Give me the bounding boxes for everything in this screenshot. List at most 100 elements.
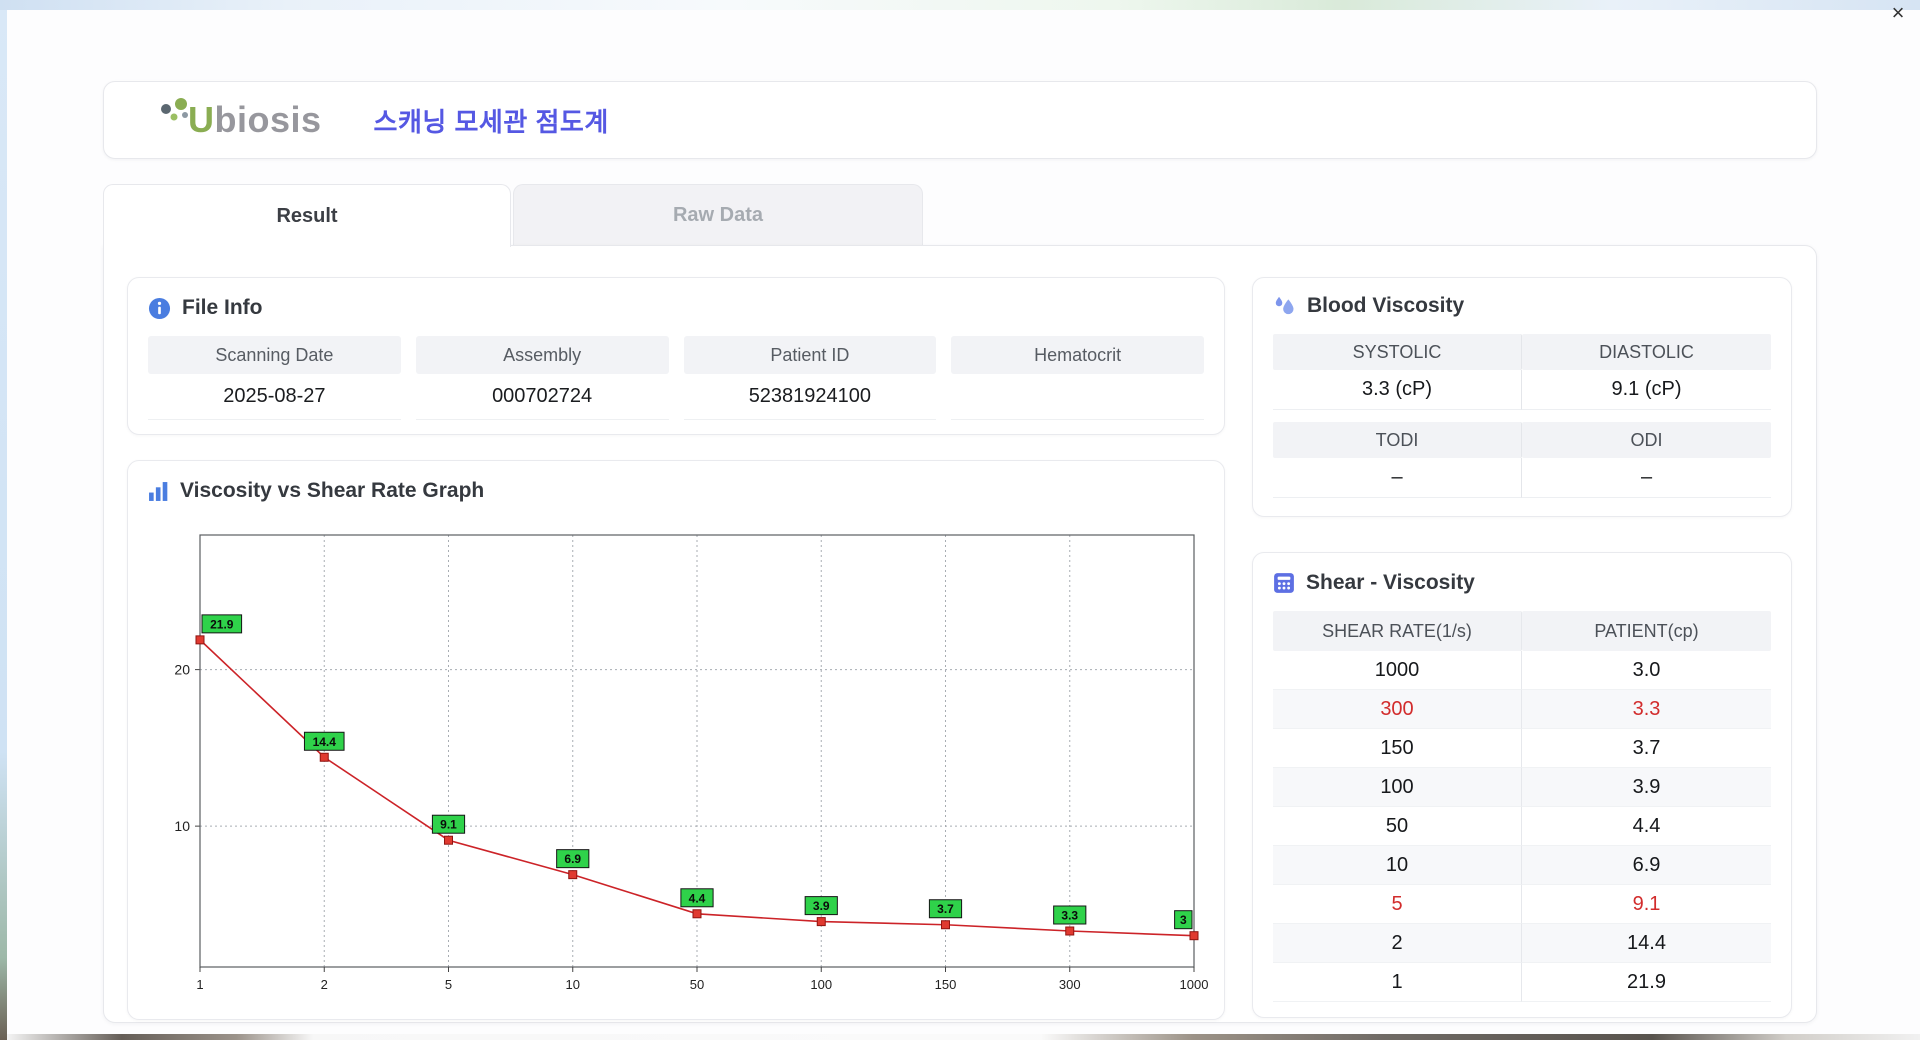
svg-text:300: 300 (1059, 977, 1081, 992)
bv-header: TODI (1273, 422, 1522, 458)
graph-title: Viscosity vs Shear Rate Graph (180, 479, 485, 502)
window-bottom-edge (7, 1034, 1920, 1040)
svg-text:3.3: 3.3 (1061, 909, 1078, 923)
bv-header-row: SYSTOLIC DIASTOLIC (1273, 334, 1771, 370)
svg-text:150: 150 (935, 977, 957, 992)
file-info-card: File Info Scanning Date 2025-08-27 Assembl… (127, 277, 1225, 435)
bv-value-row: 3.3 (cP) 9.1 (cP) (1273, 370, 1771, 410)
field-value: 2025-08-27 (148, 374, 401, 420)
bv-value: 3.3 (cP) (1273, 370, 1522, 410)
viscosity-shear-chart: 10 20 1 2 5 10 50 100 150 300 1000 21.9 14.4 9.1 6.9 4.… (174, 534, 1209, 992)
sv-patient-value: 3.0 (1522, 651, 1771, 690)
svg-text:100: 100 (810, 977, 832, 992)
svg-text:3.9: 3.9 (813, 899, 830, 913)
close-button[interactable]: × (1884, 0, 1912, 26)
svg-text:6.9: 6.9 (564, 852, 581, 866)
file-info-field: Patient ID 52381924100 (683, 336, 937, 420)
bv-header-row: TODI ODI (1273, 422, 1771, 458)
sv-row: 2 14.4 (1273, 924, 1771, 963)
sv-patient-value: 3.9 (1522, 768, 1771, 807)
svg-text:3: 3 (1180, 913, 1187, 927)
sv-patient-value: 14.4 (1522, 924, 1771, 963)
sv-patient-value: 6.9 (1522, 846, 1771, 885)
graph-card: Viscosity vs Shear Rate Graph 10 20 1 2 5 10 5… (127, 460, 1225, 1020)
field-value (951, 374, 1204, 420)
sv-patient-value: 21.9 (1522, 963, 1771, 1002)
svg-text:4.4: 4.4 (689, 891, 706, 905)
sv-shear-value: 100 (1273, 768, 1522, 807)
sv-shear-value: 2 (1273, 924, 1522, 963)
sv-header-row: SHEAR RATE(1/s) PATIENT(cp) (1273, 611, 1771, 651)
sv-col-header: PATIENT(cp) (1522, 611, 1771, 651)
sv-row: 1000 3.0 (1273, 651, 1771, 690)
field-value: 52381924100 (683, 374, 937, 420)
field-value: 000702724 (415, 374, 669, 420)
svg-text:1000: 1000 (1180, 977, 1209, 992)
svg-text:10: 10 (174, 818, 190, 834)
shear-viscosity-title-row: Shear - Viscosity (1273, 569, 1771, 597)
sv-row: 50 4.4 (1273, 807, 1771, 846)
shear-viscosity-title: Shear - Viscosity (1306, 571, 1475, 594)
bv-header: SYSTOLIC (1273, 334, 1522, 370)
svg-text:21.9: 21.9 (210, 617, 234, 631)
blood-viscosity-table: SYSTOLIC DIASTOLIC 3.3 (cP) 9.1 (cP) TODI ODI… (1273, 334, 1771, 498)
sv-shear-value: 1000 (1273, 651, 1522, 690)
file-info-fields: Scanning Date 2025-08-27 Assembly 000702724… (148, 336, 1204, 420)
field-label: Scanning Date (148, 336, 401, 374)
sv-row: 10 6.9 (1273, 846, 1771, 885)
field-label: Patient ID (683, 336, 937, 374)
blood-viscosity-title: Blood Viscosity (1307, 294, 1465, 317)
water-drop-icon (1275, 296, 1294, 314)
sv-shear-value: 10 (1273, 846, 1522, 885)
sv-shear-value: 50 (1273, 807, 1522, 846)
result-panel: File Info Scanning Date 2025-08-27 Assembl… (103, 245, 1817, 1023)
ubiosis-logo: Ubiosis (154, 98, 322, 140)
bv-value-row: – – (1273, 458, 1771, 498)
logo-text: Ubiosis (188, 99, 322, 140)
graph-title-row: Viscosity vs Shear Rate Graph (148, 477, 1204, 505)
info-icon (148, 297, 171, 319)
sv-patient-value: 9.1 (1522, 885, 1771, 924)
svg-text:14.4: 14.4 (313, 735, 337, 749)
svg-text:20: 20 (174, 662, 190, 678)
svg-text:5: 5 (445, 977, 452, 992)
bv-value: – (1522, 458, 1771, 498)
sv-row: 150 3.7 (1273, 729, 1771, 768)
bv-value: 9.1 (cP) (1522, 370, 1771, 410)
page-title: 스캐닝 모세관 점도계 (373, 106, 609, 137)
calculator-icon (1274, 573, 1294, 593)
file-info-field: Hematocrit (951, 336, 1204, 420)
sv-shear-value: 300 (1273, 690, 1522, 729)
tab-raw-data[interactable]: Raw Data (513, 184, 923, 246)
sv-patient-value: 3.3 (1522, 690, 1771, 729)
sv-row: 1 21.9 (1273, 963, 1771, 1002)
shear-viscosity-table: SHEAR RATE(1/s) PATIENT(cp) 1000 3.0 300 3.3 1… (1273, 611, 1771, 1002)
chart-holder: 10 20 1 2 5 10 50 100 150 300 1000 21.9 14.4 9.1 6.9 4.… (148, 529, 1208, 1007)
sv-shear-value: 1 (1273, 963, 1522, 1002)
svg-text:50: 50 (690, 977, 704, 992)
svg-text:10: 10 (566, 977, 580, 992)
window-left-edge (0, 10, 7, 1040)
svg-text:1: 1 (196, 977, 203, 992)
svg-text:9.1: 9.1 (440, 818, 457, 832)
header-card: Ubiosis 스캐닝 모세관 점도계 (103, 81, 1817, 159)
sv-col-header: SHEAR RATE(1/s) (1273, 611, 1522, 651)
field-label: Assembly (415, 336, 669, 374)
window-top-gradient (0, 0, 1920, 10)
file-info-field: Assembly 000702724 (415, 336, 669, 420)
bv-value: – (1273, 458, 1522, 498)
file-info-title-row: File Info (148, 294, 1204, 322)
bv-header: ODI (1522, 422, 1771, 458)
blood-viscosity-title-row: Blood Viscosity (1273, 292, 1771, 320)
sv-shear-value: 150 (1273, 729, 1522, 768)
bar-chart-icon (149, 481, 168, 501)
sv-row: 5 9.1 (1273, 885, 1771, 924)
sv-patient-value: 4.4 (1522, 807, 1771, 846)
bv-header: DIASTOLIC (1522, 334, 1771, 370)
file-info-field: Scanning Date 2025-08-27 (148, 336, 401, 420)
tab-result[interactable]: Result (103, 184, 511, 247)
svg-text:3.7: 3.7 (937, 902, 954, 916)
sv-patient-value: 3.7 (1522, 729, 1771, 768)
svg-text:2: 2 (321, 977, 328, 992)
sv-row: 100 3.9 (1273, 768, 1771, 807)
